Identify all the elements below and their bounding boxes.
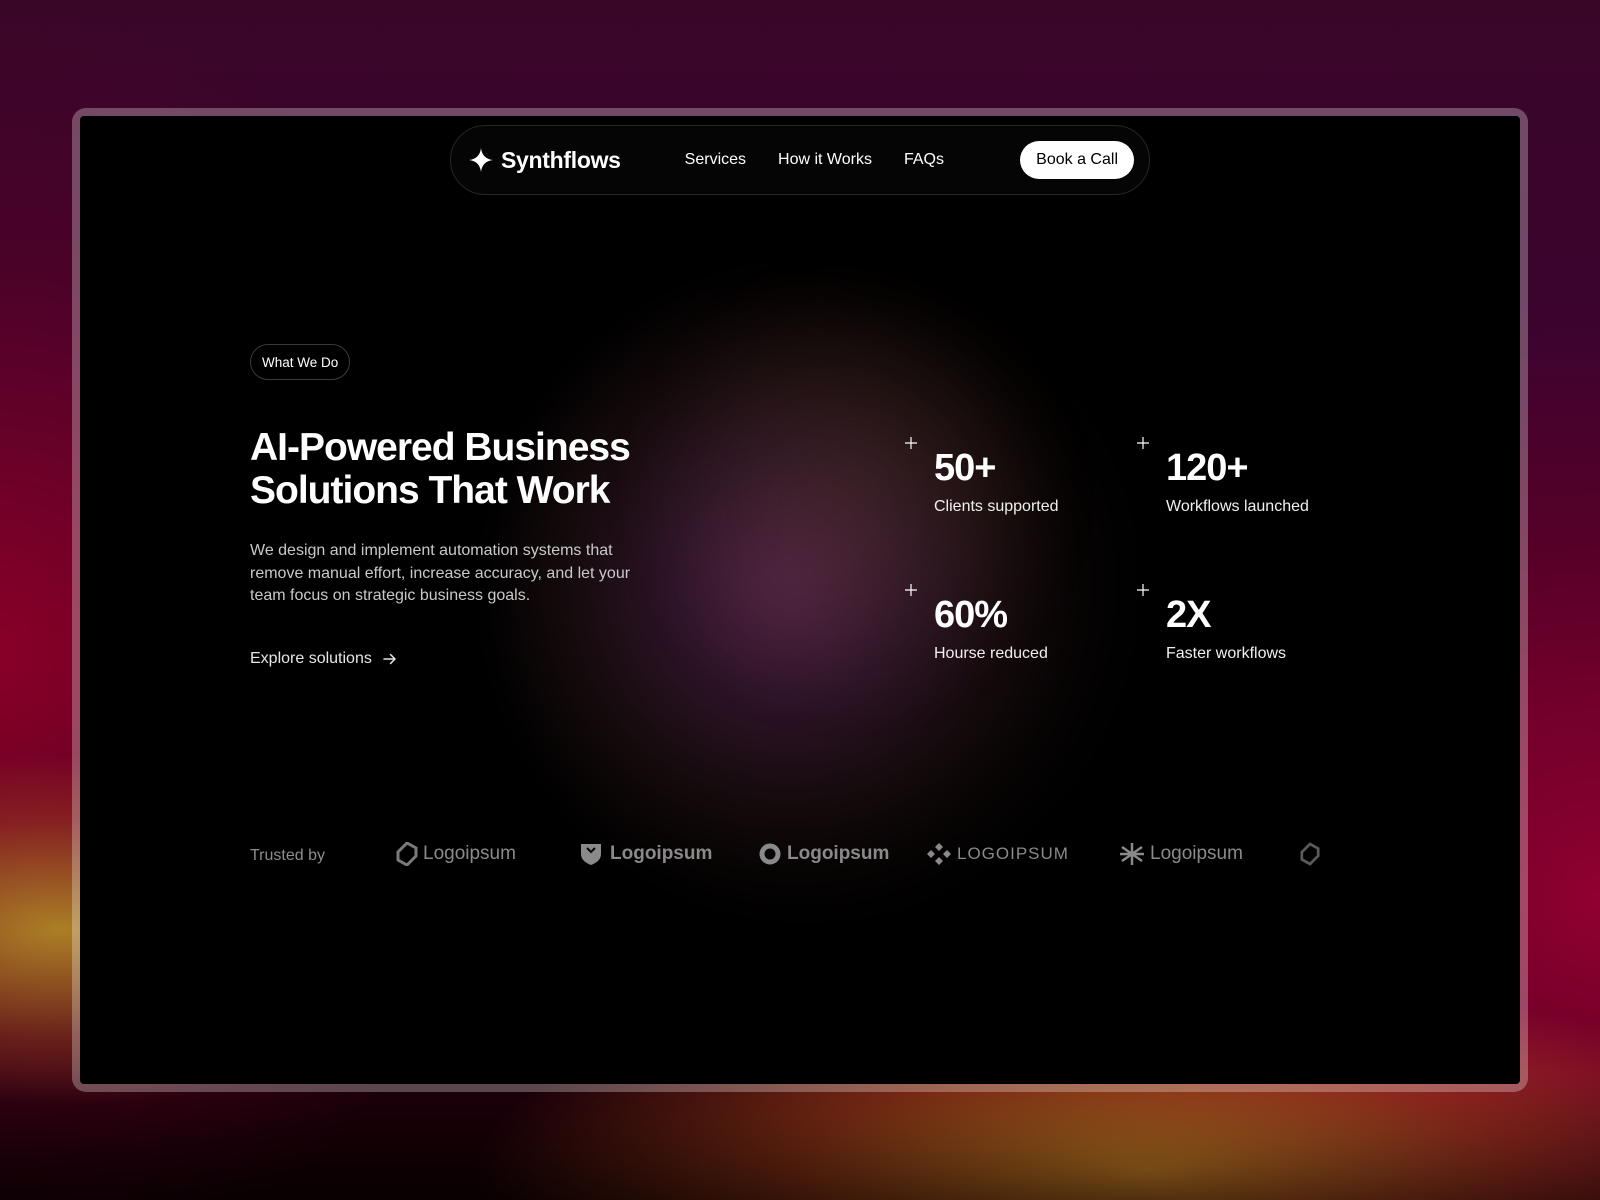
- shield-icon: [581, 844, 601, 865]
- plus-icon: [905, 437, 917, 449]
- client-logo-text: Logoipsum: [610, 843, 713, 864]
- top-navbar: Synthflows Services How it Works FAQs Bo…: [450, 125, 1150, 195]
- stat-label: Hourse reduced: [934, 645, 1048, 662]
- ring-icon: [759, 843, 781, 865]
- client-logo-text: LOGOIPSUM: [957, 844, 1069, 863]
- book-a-call-button[interactable]: Book a Call: [1020, 141, 1134, 179]
- stat-label: Workflows launched: [1166, 498, 1309, 515]
- trusted-by-label: Trusted by: [250, 847, 325, 864]
- hero-title: AI-Powered Business Solutions That Work: [250, 426, 631, 512]
- stat-workflows: 120+ Workflows launched: [1137, 437, 1309, 516]
- stat-value: 2X: [1166, 594, 1211, 636]
- asterisk-icon: [1120, 843, 1144, 865]
- client-logo: Logoipsum: [396, 842, 516, 866]
- nav-link-how-it-works[interactable]: How it Works: [778, 151, 872, 169]
- stat-value: 120+: [1166, 447, 1249, 489]
- stat-value: 60%: [934, 594, 1008, 636]
- diamond-cluster-icon: [927, 843, 951, 865]
- brand-logo[interactable]: Synthflows: [468, 147, 621, 174]
- app-window-frame: Synthflows Services How it Works FAQs Bo…: [72, 108, 1528, 1092]
- logo-mark-icon: [396, 842, 418, 866]
- plus-icon: [905, 584, 917, 596]
- logo-mark-icon: [1300, 842, 1320, 866]
- client-logo-text: Logoipsum: [787, 843, 890, 864]
- client-logo: LOGOIPSUM: [926, 842, 1069, 866]
- landing-page: Synthflows Services How it Works FAQs Bo…: [80, 116, 1520, 1084]
- stat-hours: 60% Hourse reduced: [905, 584, 1048, 663]
- explore-solutions-label: Explore solutions: [250, 650, 372, 667]
- client-logo-text: Logoipsum: [423, 843, 516, 864]
- stat-label: Clients supported: [934, 498, 1059, 515]
- nav-links: Services How it Works FAQs: [685, 151, 944, 169]
- section-tag: What We Do: [250, 344, 351, 380]
- client-logo-text: Logoipsum: [1150, 843, 1243, 864]
- explore-solutions-link[interactable]: Explore solutions: [250, 650, 398, 668]
- plus-icon: [1137, 437, 1149, 449]
- brand-name: Synthflows: [501, 146, 621, 173]
- arrow-right-icon: [383, 653, 396, 665]
- hero-description: We design and implement automation syste…: [250, 542, 631, 604]
- stat-speed: 2X Faster workflows: [1137, 584, 1287, 663]
- plus-icon: [1137, 584, 1149, 596]
- nav-link-services[interactable]: Services: [685, 151, 746, 169]
- stat-clients: 50+ Clients supported: [905, 437, 1059, 516]
- client-logo: Logoipsum: [1119, 842, 1243, 866]
- client-logo: Logoipsum: [579, 842, 712, 866]
- client-logo-partial: [1300, 842, 1320, 866]
- stat-label: Faster workflows: [1166, 645, 1287, 662]
- sparkle-icon: [469, 148, 493, 172]
- nav-link-faqs[interactable]: FAQs: [904, 151, 944, 169]
- client-logo: Logoipsum: [758, 842, 889, 866]
- stat-value: 50+: [934, 447, 996, 489]
